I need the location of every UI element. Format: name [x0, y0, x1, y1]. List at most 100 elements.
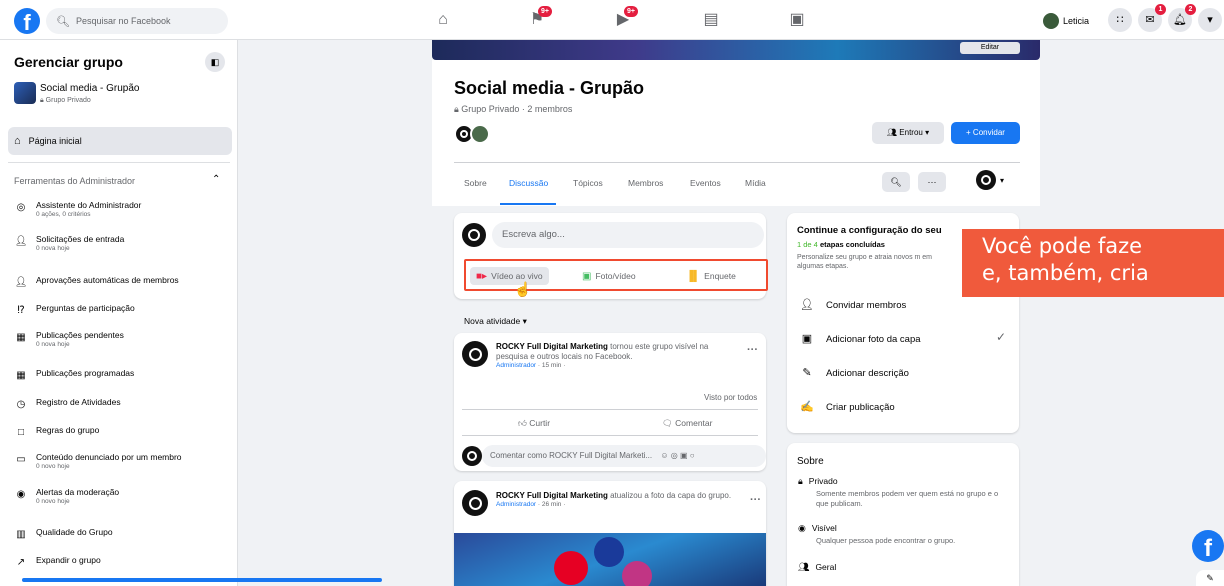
post-author[interactable]: ROCKY Full Digital Marketing	[496, 491, 608, 500]
sidebar-item-reported-content[interactable]: ▭ Conteúdo denunciado por um membro 0 no…	[14, 452, 234, 471]
quality-icon: ▥	[16, 529, 26, 540]
more-options-button[interactable]: ···	[918, 172, 946, 192]
person-add-icon: 👤︎	[800, 299, 814, 311]
sidebar-item-expand-group[interactable]: ↗ Expandir o grupo	[14, 555, 234, 568]
sidebar-item-group-quality[interactable]: ▥ Qualidade do Grupo	[14, 527, 234, 540]
group-cover-photo[interactable]	[432, 40, 1040, 60]
sidebar-item-home[interactable]: ⌂ Página inicial	[8, 127, 232, 155]
social-icon	[594, 537, 624, 567]
search-input[interactable]: 🔍︎ Pesquisar no Facebook	[46, 8, 228, 34]
post-author[interactable]: ROCKY Full Digital Marketing	[496, 342, 608, 351]
comment-button[interactable]: 🗨︎ Comentar	[662, 418, 712, 429]
post-header: ROCKY Full Digital Marketing tornou este…	[496, 342, 742, 369]
group-thumbnail[interactable]	[14, 82, 36, 104]
lock-icon: 🔒︎	[798, 476, 803, 486]
sidebar-item-questions[interactable]: ⁉ Perguntas de participação	[14, 303, 234, 316]
sidebar-item-label: Registro de Atividades	[36, 397, 121, 407]
post-menu-button[interactable]: ···	[747, 344, 758, 356]
tab-discussion[interactable]: Discussão	[509, 178, 548, 188]
tab-events[interactable]: Eventos	[690, 178, 721, 188]
about-general: 👥︎ Geral	[798, 562, 837, 572]
composer-input[interactable]: Escreva algo...	[492, 222, 764, 248]
caption-line: e, também, cria	[982, 261, 1149, 285]
search-group-button[interactable]: 🔍︎	[882, 172, 910, 192]
setup-item-create-post[interactable]: ✍ Criar publicação	[798, 398, 895, 416]
emoji-icons[interactable]: ☺ ◎ ▣ ○	[660, 451, 694, 460]
sidebar-item-scheduled-posts[interactable]: ▦ Publicações programadas	[14, 368, 234, 381]
tab-topics[interactable]: Tópicos	[573, 178, 603, 188]
setup-item-invite[interactable]: 👤︎ Convidar membros	[798, 296, 906, 314]
sidebar-item-sub: 0 novo hoje	[36, 498, 70, 505]
member-avatar[interactable]	[470, 124, 490, 144]
joined-button[interactable]: 👥︎ Entrou ▾	[872, 122, 944, 144]
seen-by[interactable]: Visto por todos	[704, 393, 757, 402]
comment-input[interactable]: Comentar como ROCKY Full Digital Marketi…	[482, 445, 766, 467]
like-button[interactable]: 👍︎ Curtir	[518, 418, 550, 429]
sidebar-item-label: Publicações programadas	[36, 368, 135, 378]
setup-description: Personalize seu grupo e atraia novos m e…	[797, 254, 933, 270]
avatar	[462, 223, 486, 247]
messenger-icon[interactable]: ✉ 1	[1138, 4, 1166, 32]
notifications-icon[interactable]: 🔔︎ 2	[1168, 4, 1196, 32]
collapse-sidebar-icon[interactable]: ◧	[205, 52, 225, 72]
divider	[454, 162, 1020, 163]
sidebar-item-auto-approvals[interactable]: 👤︎ Aprovações automáticas de membros	[14, 275, 234, 288]
post-text: atualizou a foto da capa do grupo.	[607, 491, 732, 500]
sidebar-item-label: Qualidade do Grupo	[36, 527, 113, 537]
rules-icon: □	[17, 427, 25, 438]
sidebar-item-sub: 0 nova hoje	[36, 245, 70, 252]
expand-icon: ↗	[16, 557, 26, 568]
about-title: Sobre	[797, 456, 824, 467]
sidebar-item-label: Aprovações automáticas de membros	[36, 275, 179, 285]
profile-switcher[interactable]: ▾	[976, 170, 1004, 190]
sidebar-item-pending-posts[interactable]: ▦ Publicações pendentes 0 nova hoje	[14, 330, 234, 349]
new-message-icon[interactable]: ✎	[1196, 570, 1224, 586]
sidebar-item-activity-log[interactable]: ◷ Registro de Atividades	[14, 397, 234, 410]
facebook-logo-icon[interactable]: f	[14, 8, 40, 34]
avatar	[462, 446, 482, 466]
edit-cover-button[interactable]: Editar	[960, 42, 1020, 54]
avatar[interactable]	[462, 341, 488, 367]
post-cover-image[interactable]	[454, 533, 766, 586]
flag-icon[interactable]: ⚑ 9+	[526, 6, 552, 30]
admin-badge: Administrador	[496, 501, 537, 508]
tab-members[interactable]: Membros	[628, 178, 663, 188]
account-menu-icon[interactable]: ▾	[1198, 8, 1222, 32]
search-placeholder: Pesquisar no Facebook	[75, 16, 171, 26]
divider	[462, 435, 758, 436]
edit-post-icon: ✍	[800, 401, 814, 413]
menu-grid-icon[interactable]: ∷	[1108, 8, 1132, 32]
tab-about[interactable]: Sobre	[464, 178, 487, 188]
setup-item-description[interactable]: ✎ Adicionar descrição	[798, 364, 909, 382]
person-add-icon: 👤︎	[14, 236, 28, 247]
post-menu-button[interactable]: ···	[750, 494, 761, 506]
gaming-icon[interactable]: ▣	[786, 10, 808, 30]
calendar-icon: ▦	[16, 370, 26, 381]
photo-icon: ▣	[801, 333, 813, 345]
horizontal-scrollbar[interactable]	[22, 578, 382, 582]
chevron-up-icon[interactable]: ⌃	[212, 174, 220, 185]
setup-item-cover-photo[interactable]: ▣ Adicionar foto da capa	[798, 330, 921, 348]
sidebar-item-group-rules[interactable]: □ Regras do grupo	[14, 425, 234, 438]
tab-media[interactable]: Mídia	[745, 178, 766, 188]
divider	[462, 409, 758, 410]
invite-button[interactable]: + Convidar	[951, 122, 1020, 144]
sidebar-item-entry-requests[interactable]: 👤︎ Solicitações de entrada 0 nova hoje	[14, 234, 234, 253]
sidebar-item-label: Alertas da moderação	[36, 487, 120, 497]
admin-badge: Administrador	[496, 362, 537, 369]
sidebar-item-label: Página inicial	[28, 136, 82, 146]
sidebar-group-name[interactable]: Social media - Grupão	[40, 83, 140, 94]
watch-icon[interactable]: ▶ 9+	[612, 6, 638, 30]
facebook-logo-icon: f	[1192, 530, 1224, 562]
setup-title: Continue a configuração do seu	[797, 225, 942, 236]
avatar[interactable]	[462, 490, 488, 516]
marketplace-icon[interactable]: ▤	[700, 10, 722, 30]
user-profile-chip[interactable]: Leticia	[1043, 10, 1089, 32]
sidebar-item-moderation-alerts[interactable]: ◉ Alertas da moderação 0 novo hoje	[14, 487, 234, 506]
activity-sort[interactable]: Nova atividade ▾	[464, 316, 527, 327]
sidebar-item-admin-assistant[interactable]: ◎ Assistente do Administrador 0 ações, 0…	[14, 200, 234, 219]
admin-tools-header[interactable]: Ferramentas do Administrador	[14, 176, 135, 186]
home-icon[interactable]: ⌂	[432, 10, 454, 30]
check-icon: ✓	[996, 330, 1007, 344]
sidebar-item-label: Solicitações de entrada	[36, 234, 125, 244]
